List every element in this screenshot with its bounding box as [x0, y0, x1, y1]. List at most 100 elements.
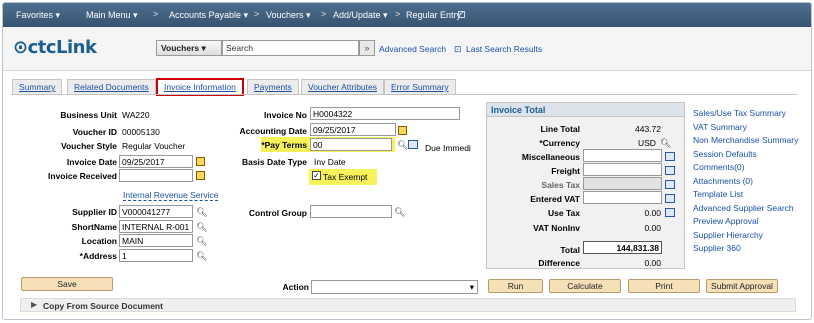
template-list-link[interactable]: Template List	[693, 189, 743, 199]
search-category-select[interactable]: Vouchers ▾	[156, 40, 222, 56]
voucher-id-label: Voucher ID	[72, 127, 117, 137]
pay-terms-field[interactable]: 00	[310, 138, 392, 151]
lookup-icon[interactable]: 🔍︎	[196, 236, 207, 246]
lookup-icon[interactable]: 🔍︎	[196, 222, 207, 232]
top-navigation-bar: Favorites ▾ Main Menu ▾ > Accounts Payab…	[3, 3, 811, 27]
chevron-down-icon: ▾	[469, 282, 474, 292]
control-group-label: Control Group	[248, 208, 307, 218]
lookup-icon[interactable]: 🔍︎	[397, 140, 408, 150]
irs-link[interactable]: Internal Revenue Service	[123, 190, 219, 201]
location-field[interactable]: MAIN	[119, 234, 193, 247]
logo-symbol-icon: ⊙	[13, 37, 28, 58]
detail-grid-icon[interactable]	[665, 208, 675, 217]
tab-error-summary[interactable]: Error Summary	[384, 79, 456, 94]
supplier-360-link[interactable]: Supplier 360	[693, 243, 741, 253]
control-group-field[interactable]	[310, 205, 392, 218]
vat-noninv-value: 0.00	[644, 223, 661, 233]
comments-link[interactable]: Comments(0)	[693, 162, 744, 172]
calendar-icon[interactable]	[196, 157, 205, 166]
search-input[interactable]: Search	[222, 40, 359, 56]
detail-grid-icon[interactable]	[408, 140, 418, 149]
calendar-icon[interactable]	[196, 171, 205, 180]
accounts-payable-menu[interactable]: Accounts Payable ▾	[169, 10, 248, 21]
chevron-right-icon: ▶	[31, 300, 38, 309]
invoice-received-field[interactable]	[119, 169, 193, 182]
detail-grid-icon[interactable]	[665, 166, 675, 175]
vat-summary-link[interactable]: VAT Summary	[693, 122, 747, 132]
preview-approval-link[interactable]: Preview Approval	[693, 216, 759, 226]
last-search-results-link[interactable]: Last Search Results	[466, 44, 542, 54]
new-window-icon[interactable]: ↗	[458, 11, 465, 18]
miscellaneous-field[interactable]	[583, 149, 662, 162]
accounting-date-label: Accounting Date	[239, 126, 307, 136]
search-go-button[interactable]: »	[359, 40, 375, 56]
run-button[interactable]: Run	[488, 279, 543, 293]
regular-entry-link[interactable]: Regular Entry	[406, 10, 461, 20]
freight-field[interactable]	[583, 163, 662, 176]
supplier-hierarchy-link[interactable]: Supplier Hierarchy	[693, 230, 763, 240]
basis-date-type-value: Inv Date	[314, 157, 346, 167]
sales-tax-field	[583, 177, 662, 190]
invoice-no-field[interactable]: H0004322	[310, 107, 460, 120]
total-field[interactable]: 144,831.38	[583, 241, 662, 254]
voucher-style-label: Voucher Style	[60, 141, 117, 151]
tab-invoice-information[interactable]: Invoice Information	[156, 78, 244, 96]
lookup-icon[interactable]: 🔍︎	[660, 138, 671, 148]
line-total-value: 443.72	[635, 124, 661, 134]
voucher-style-value: Regular Voucher	[122, 141, 186, 151]
supplier-id-label: Supplier ID	[72, 207, 117, 217]
advanced-search-link[interactable]: Advanced Search	[379, 44, 446, 54]
shortname-label: ShortName	[71, 222, 117, 232]
invoice-received-label: Invoice Received	[48, 171, 117, 181]
main-menu[interactable]: Main Menu ▾	[86, 10, 138, 21]
vouchers-menu[interactable]: Vouchers ▾	[266, 10, 311, 21]
tab-related-documents[interactable]: Related Documents	[67, 79, 156, 94]
difference-label: Difference	[538, 258, 580, 268]
difference-value: 0.00	[644, 258, 661, 268]
currency-label: *Currency	[539, 138, 580, 148]
submit-approval-button[interactable]: Submit Approval	[706, 279, 778, 293]
tab-payments[interactable]: Payments	[247, 79, 299, 94]
address-field[interactable]: 1	[119, 249, 193, 262]
detail-grid-icon[interactable]	[665, 152, 675, 161]
favorites-menu[interactable]: Favorites ▾	[16, 10, 60, 21]
invoice-date-field[interactable]: 09/25/2017	[119, 155, 193, 168]
sales-use-tax-summary-link[interactable]: Sales/Use Tax Summary	[693, 108, 786, 118]
attachments-link[interactable]: Attachments (0)	[693, 176, 753, 186]
calculate-button[interactable]: Calculate	[549, 279, 621, 293]
session-defaults-link[interactable]: Session Defaults	[693, 149, 757, 159]
accounting-date-field[interactable]: 09/25/2017	[310, 123, 396, 136]
shortname-field[interactable]: INTERNAL R-001	[119, 220, 193, 233]
copy-from-source-section[interactable]: ▶ Copy From Source Document	[20, 298, 796, 312]
breadcrumb-separator: >	[153, 9, 159, 19]
copy-from-source-label: Copy From Source Document	[43, 301, 163, 311]
due-text: Due Immedi	[425, 143, 471, 153]
lookup-icon[interactable]: 🔍︎	[196, 251, 207, 261]
add-update-menu[interactable]: Add/Update ▾	[333, 10, 388, 21]
save-button[interactable]: Save	[21, 277, 113, 291]
detail-grid-icon[interactable]	[665, 194, 675, 203]
voucher-id-value: 00005130	[122, 127, 160, 137]
detail-grid-icon[interactable]	[665, 180, 675, 189]
tab-voucher-attributes[interactable]: Voucher Attributes	[301, 79, 384, 94]
total-label: Total	[560, 245, 580, 255]
lookup-icon[interactable]: 🔍︎	[196, 207, 207, 217]
invoice-date-label: Invoice Date	[66, 157, 117, 167]
action-select[interactable]: ▾	[311, 280, 478, 294]
supplier-id-field[interactable]: V000041277	[119, 205, 193, 218]
tab-summary[interactable]: Summary	[12, 79, 63, 94]
print-button[interactable]: Print	[628, 279, 700, 293]
tax-exempt-checkbox[interactable]: ✓	[312, 171, 321, 180]
entered-vat-field[interactable]	[583, 191, 662, 204]
invoice-total-title: Invoice Total	[487, 103, 684, 117]
miscellaneous-label: Miscellaneous	[521, 152, 580, 162]
non-merchandise-summary-link[interactable]: Non Merchandise Summary	[693, 135, 798, 145]
advanced-supplier-search-link[interactable]: Advanced Supplier Search	[693, 203, 794, 213]
line-total-label: Line Total	[540, 124, 580, 134]
lookup-icon[interactable]: 🔍︎	[394, 207, 405, 217]
basis-date-type-label: Basis Date Type	[241, 157, 307, 167]
pay-terms-label: *Pay Terms	[261, 140, 307, 150]
calendar-icon[interactable]	[398, 126, 407, 135]
search-results-icon: ⊡	[454, 44, 462, 54]
location-label: Location	[81, 236, 117, 246]
